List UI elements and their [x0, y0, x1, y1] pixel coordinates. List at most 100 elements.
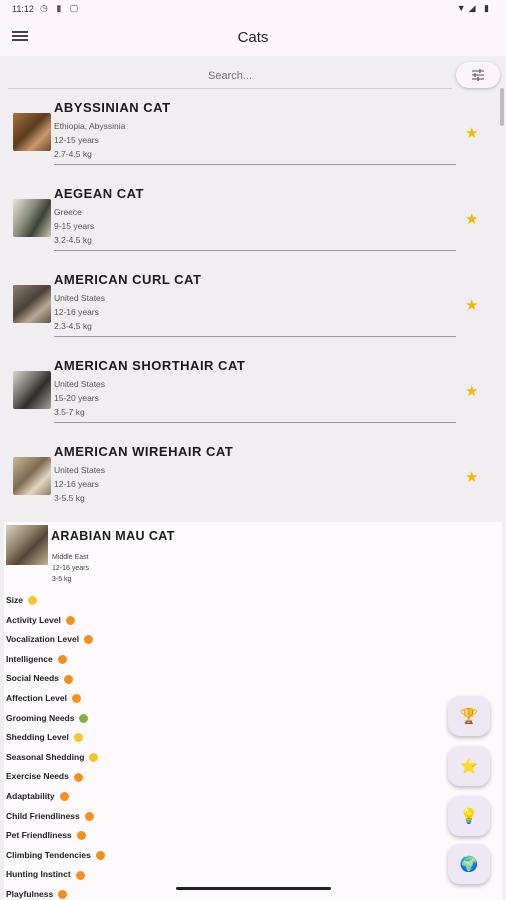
app-bar: Cats: [0, 20, 506, 56]
trait-row: Exercise Needs: [6, 771, 83, 782]
breed-detail-card: ARABIAN MAU CAT Middle East 12-16 years …: [4, 522, 502, 900]
trait-level-dot: [95, 851, 105, 861]
trait-level-dot: [71, 694, 81, 704]
search-input[interactable]: [8, 64, 452, 89]
breed-weight: 2.7-4.5 kg: [54, 149, 92, 159]
detail-lifespan: 12-16 years: [52, 565, 89, 572]
favorite-star-icon[interactable]: ★: [465, 296, 478, 314]
trait-level-dot: [28, 596, 38, 606]
list-item[interactable]: AMERICAN WIREHAIR CAT United States 12-1…: [0, 434, 506, 520]
trait-row: Hunting Instinct: [6, 869, 85, 880]
cat-photo: [13, 371, 51, 409]
filter-button[interactable]: [456, 62, 500, 88]
trait-level-dot: [79, 713, 89, 723]
trait-row: Activity Level: [6, 615, 75, 625]
cat-photo: [13, 285, 51, 323]
breed-origin: Ethiopia, Abyssinia: [54, 121, 126, 131]
favorites-button[interactable]: ⭐: [448, 746, 490, 786]
trait-label: Adaptability: [6, 791, 55, 801]
tips-button[interactable]: 💡: [448, 796, 490, 836]
divider: [54, 164, 456, 165]
status-notification-icons: ◷ ▮ ▢: [40, 3, 82, 13]
trait-row: Adaptability: [6, 791, 69, 802]
trait-label: Hunting Instinct: [6, 869, 71, 880]
lightbulb-icon: 💡: [459, 808, 479, 825]
trait-row: Size: [6, 595, 38, 606]
trait-label: Affection Level: [6, 693, 67, 703]
breed-weight: 2.3-4.5 kg: [54, 321, 92, 331]
gesture-nav-bar[interactable]: [176, 887, 331, 890]
breed-lifespan: 12-16 years: [54, 479, 99, 489]
breed-lifespan: 12-16 years: [54, 307, 99, 317]
breed-weight: 3-5.5 kg: [54, 493, 85, 503]
trait-row: Pet Friendliness: [6, 830, 86, 841]
trait-label: Playfulness: [6, 889, 54, 899]
list-item[interactable]: AEGEAN CAT Greece 9-15 years 3.2-4.5 kg …: [0, 176, 506, 262]
status-system-icons: ▼◢ ▮: [456, 3, 492, 13]
trait-level-dot: [76, 831, 86, 841]
favorite-star-icon[interactable]: ★: [465, 382, 478, 400]
trait-level-dot: [58, 890, 68, 900]
trait-row: Social Needs: [6, 673, 73, 684]
cat-photo: [13, 457, 51, 495]
trait-label: Social Needs: [6, 673, 59, 684]
trophy-button[interactable]: 🏆: [448, 696, 490, 736]
favorite-star-icon[interactable]: ★: [465, 468, 478, 486]
trait-label: Seasonal Shedding: [6, 751, 85, 762]
trait-label: Climbing Tendencies: [6, 849, 91, 860]
trait-level-dot: [65, 615, 75, 625]
breed-name: AMERICAN CURL CAT: [54, 272, 202, 287]
tune-icon: [472, 69, 484, 81]
breed-name: AEGEAN CAT: [54, 186, 144, 201]
trait-label: Child Friendliness: [6, 810, 80, 821]
trait-level-dot: [75, 870, 85, 880]
breed-origin: Greece: [54, 207, 82, 217]
cat-photo: [13, 113, 51, 151]
cat-photo: [13, 199, 51, 237]
trait-label: Grooming Needs: [6, 712, 75, 723]
trait-row: Playfulness: [6, 889, 68, 900]
star-icon: ⭐: [459, 758, 479, 775]
breed-name: AMERICAN SHORTHAIR CAT: [54, 358, 246, 373]
trait-level-dot: [63, 674, 73, 684]
breed-weight: 3.2-4.5 kg: [54, 235, 92, 245]
trait-label: Vocalization Level: [6, 634, 80, 645]
list-item[interactable]: ABYSSINIAN CAT Ethiopia, Abyssinia 12-15…: [0, 90, 506, 176]
status-bar: 11:12 ◷ ▮ ▢ ▼◢ ▮: [0, 0, 506, 20]
trait-label: Activity Level: [6, 614, 61, 625]
breed-lifespan: 12-15 years: [54, 135, 99, 145]
breed-origin: United States: [54, 465, 106, 475]
trait-row: Grooming Needs: [6, 712, 89, 723]
divider: [54, 250, 456, 251]
trait-label: Pet Friendliness: [6, 830, 72, 841]
detail-origin: Middle East: [52, 554, 89, 561]
trait-row: Child Friendliness: [6, 811, 94, 821]
divider: [54, 336, 456, 337]
trait-row: Intelligence: [6, 654, 67, 665]
breed-name: ABYSSINIAN CAT: [54, 100, 171, 115]
list-item[interactable]: AMERICAN CURL CAT United States 12-16 ye…: [0, 262, 506, 348]
globe-button[interactable]: 🌍: [448, 844, 490, 884]
trait-level-dot: [59, 792, 69, 802]
main-content: ABYSSINIAN CAT Ethiopia, Abyssinia 12-15…: [0, 56, 506, 900]
trait-level-dot: [73, 733, 83, 743]
trait-level-dot: [89, 753, 99, 763]
breed-origin: United States: [54, 379, 106, 389]
trait-level-dot: [84, 811, 94, 821]
trait-label: Size: [6, 595, 24, 605]
divider: [54, 422, 456, 423]
trait-row: Seasonal Shedding: [6, 751, 99, 763]
trait-row: Vocalization Level: [6, 634, 94, 645]
favorite-star-icon[interactable]: ★: [465, 124, 478, 142]
globe-icon: 🌍: [459, 856, 479, 873]
trait-label: Exercise Needs: [6, 771, 69, 782]
trophy-icon: 🏆: [459, 708, 479, 725]
detail-breed-name: ARABIAN MAU CAT: [51, 529, 175, 543]
cat-photo: [6, 525, 48, 565]
trait-level-dot: [57, 655, 67, 665]
trait-row: Climbing Tendencies: [6, 849, 105, 861]
breed-list: ABYSSINIAN CAT Ethiopia, Abyssinia 12-15…: [0, 90, 506, 520]
trait-level-dot: [73, 772, 83, 782]
favorite-star-icon[interactable]: ★: [465, 210, 478, 228]
list-item[interactable]: AMERICAN SHORTHAIR CAT United States 15-…: [0, 348, 506, 434]
